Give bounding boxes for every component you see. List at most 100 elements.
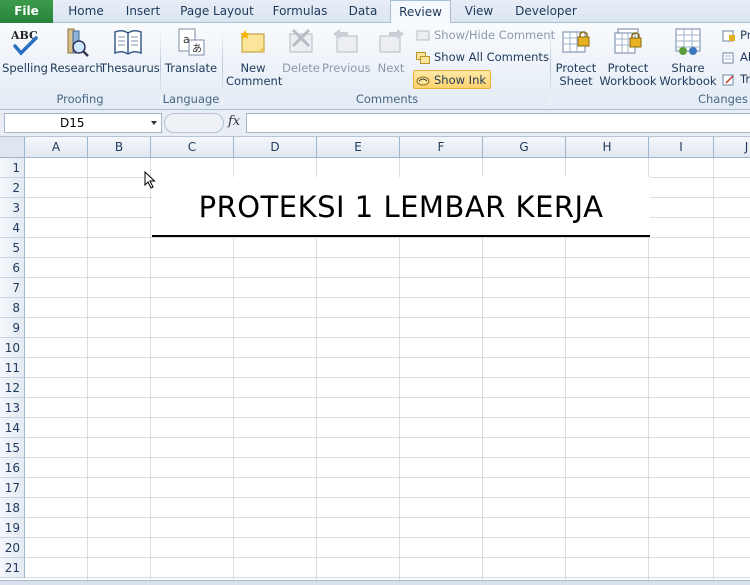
tab-file[interactable]: File	[0, 0, 53, 23]
tab-insert[interactable]: Insert	[117, 0, 169, 23]
column-header-h[interactable]: H	[566, 137, 649, 158]
row-header-18[interactable]: 18	[0, 498, 25, 518]
thesaurus-icon	[112, 26, 144, 58]
column-header-b[interactable]: B	[88, 137, 151, 158]
new-comment-label-2: Comment	[226, 74, 283, 88]
show-all-comments-button[interactable]: Show All Comments	[414, 48, 549, 67]
spelling-button[interactable]: ABC Spelling	[2, 26, 48, 75]
sheet-tab-strip[interactable]	[0, 580, 750, 585]
tab-home[interactable]: Home	[57, 0, 115, 23]
protect-workbook-button[interactable]: Protect Workbook	[599, 26, 657, 88]
delete-comment-icon	[285, 26, 317, 58]
column-header-g[interactable]: G	[483, 137, 566, 158]
tab-data[interactable]: Data	[340, 0, 386, 23]
row-gridline	[25, 517, 750, 518]
delete-comment-button[interactable]: Delete	[282, 26, 320, 75]
thesaurus-button[interactable]: Thesaurus	[100, 26, 160, 75]
name-box[interactable]: D15	[4, 113, 162, 133]
translate-icon: a あ	[175, 26, 207, 58]
track-changes-icon	[722, 73, 736, 86]
row-header-15[interactable]: 15	[0, 438, 25, 458]
select-all-button[interactable]	[0, 137, 25, 158]
row-header-8[interactable]: 8	[0, 298, 25, 318]
row-header-10[interactable]: 10	[0, 338, 25, 358]
row-header-12[interactable]: 12	[0, 378, 25, 398]
row-header-19[interactable]: 19	[0, 518, 25, 538]
next-comment-button[interactable]: Next	[372, 26, 410, 75]
row-gridline	[25, 337, 750, 338]
track-changes-button[interactable]: Tr	[720, 70, 750, 89]
row-header-20[interactable]: 20	[0, 538, 25, 558]
protect-and-share-button[interactable]: Pr	[720, 26, 750, 45]
share-workbook-button[interactable]: Share Workbook	[659, 26, 717, 88]
protect-workbook-icon	[612, 26, 644, 58]
row-header-4[interactable]: 4	[0, 218, 25, 238]
svg-text:あ: あ	[192, 43, 202, 55]
ribbon-review: ABC Spelling Research Thesaurus Proofing…	[0, 23, 750, 110]
research-icon	[59, 26, 91, 58]
row-header-13[interactable]: 13	[0, 398, 25, 418]
row-gridline	[25, 357, 750, 358]
row-header-11[interactable]: 11	[0, 358, 25, 378]
show-ink-label: Show Ink	[434, 73, 487, 87]
name-box-value: D15	[60, 116, 85, 130]
changes-group-label: Changes	[697, 92, 748, 106]
row-gridline	[25, 397, 750, 398]
track-changes-label: Tr	[740, 72, 750, 86]
tab-page-layout[interactable]: Page Layout	[177, 0, 257, 23]
merged-title-text: PROTEKSI 1 LEMBAR KERJA	[198, 190, 604, 224]
delete-label: Delete	[282, 61, 320, 75]
column-header-a[interactable]: A	[25, 137, 88, 158]
show-all-comments-label: Show All Comments	[434, 50, 549, 64]
research-button[interactable]: Research	[50, 26, 103, 75]
row-header-6[interactable]: 6	[0, 258, 25, 278]
show-hide-comment-icon	[416, 29, 430, 41]
formula-input[interactable]	[246, 113, 750, 133]
row-header-5[interactable]: 5	[0, 238, 25, 258]
new-comment-button[interactable]: New Comment	[226, 26, 283, 88]
row-header-9[interactable]: 9	[0, 318, 25, 338]
row-gridline	[25, 557, 750, 558]
merged-title-cell[interactable]: PROTEKSI 1 LEMBAR KERJA	[152, 177, 650, 237]
protect-sheet-label-2: Sheet	[559, 74, 593, 88]
row-header-21[interactable]: 21	[0, 558, 25, 578]
row-header-16[interactable]: 16	[0, 458, 25, 478]
previous-comment-button[interactable]: Previous	[322, 26, 371, 75]
column-header-e[interactable]: E	[317, 137, 400, 158]
next-comment-icon	[375, 26, 407, 58]
research-label: Research	[50, 61, 103, 75]
translate-label: Translate	[164, 61, 218, 75]
row-header-17[interactable]: 17	[0, 478, 25, 498]
row-header-7[interactable]: 7	[0, 278, 25, 298]
row-gridline	[25, 297, 750, 298]
protect-sheet-button[interactable]: Protect Sheet	[554, 26, 598, 88]
column-header-f[interactable]: F	[400, 137, 483, 158]
share-workbook-icon	[672, 26, 704, 58]
translate-button[interactable]: a あ Translate	[164, 26, 218, 75]
row-header-14[interactable]: 14	[0, 418, 25, 438]
tab-review[interactable]: Review	[390, 0, 451, 24]
row-gridline	[25, 497, 750, 498]
row-gridline	[25, 377, 750, 378]
column-header-j[interactable]: J	[714, 137, 750, 158]
column-header-c[interactable]: C	[151, 137, 234, 158]
row-header-2[interactable]: 2	[0, 178, 25, 198]
show-ink-button[interactable]: Show Ink	[413, 70, 492, 89]
row-header-3[interactable]: 3	[0, 198, 25, 218]
formula-bar-resize-handle[interactable]	[164, 113, 224, 133]
tab-view[interactable]: View	[457, 0, 501, 23]
show-hide-comment-button[interactable]: Show/Hide Comment	[414, 26, 555, 45]
row-gridline	[25, 457, 750, 458]
tab-developer[interactable]: Developer	[510, 0, 582, 23]
row-header-1[interactable]: 1	[0, 158, 25, 178]
insert-function-button[interactable]: fx	[228, 114, 240, 129]
column-header-d[interactable]: D	[234, 137, 317, 158]
column-header-i[interactable]: I	[649, 137, 714, 158]
chevron-down-icon[interactable]	[151, 121, 157, 125]
allow-users-button[interactable]: Al	[720, 48, 750, 67]
row-gridline	[25, 417, 750, 418]
worksheet-grid[interactable]: A B C D E F G H I J 1 2 3 4 5 6 7 8 9 10 11 12 13 14 15 16 17 18 19 2…	[0, 137, 750, 580]
comments-group-label: Comments	[355, 92, 419, 106]
insert-function-area: fx	[164, 113, 246, 133]
tab-formulas[interactable]: Formulas	[267, 0, 333, 23]
